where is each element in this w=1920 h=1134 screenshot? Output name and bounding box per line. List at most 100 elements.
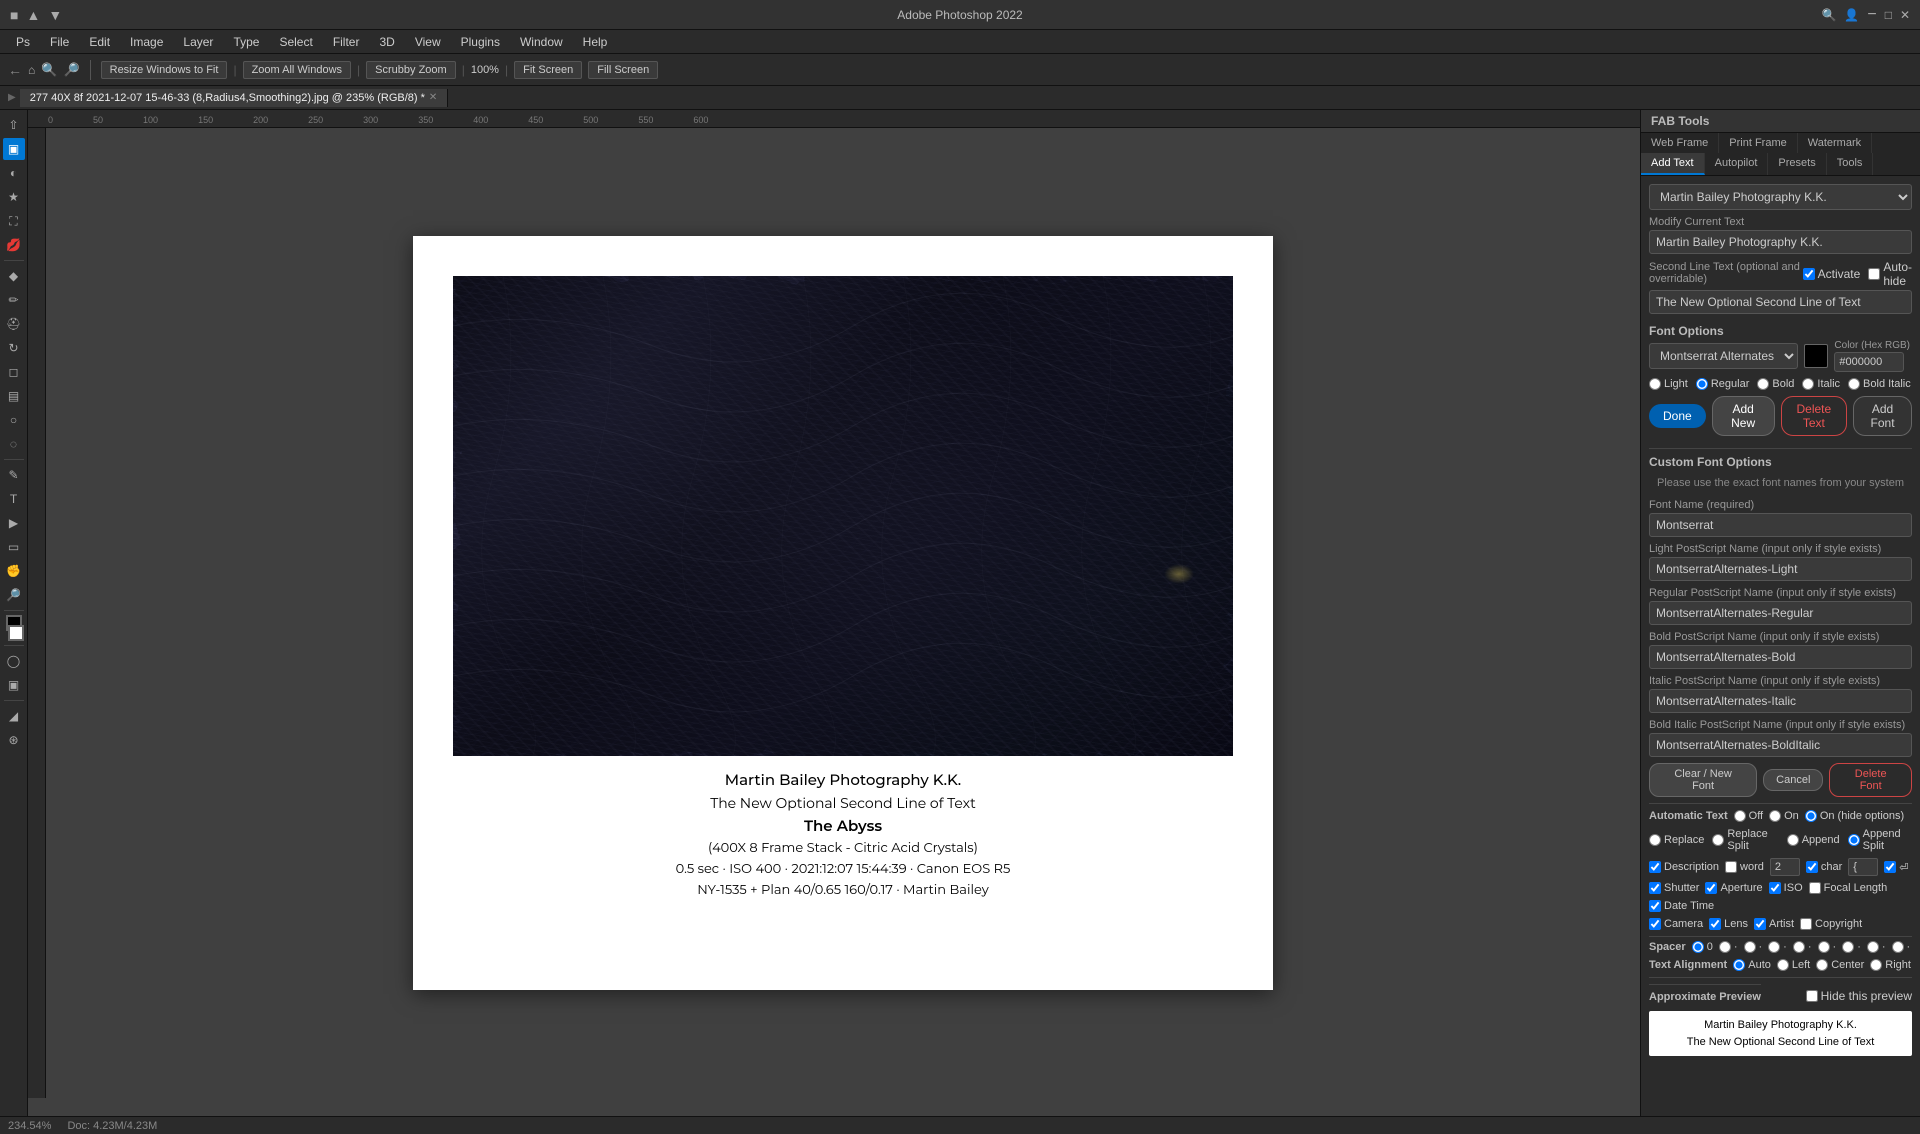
gradient-tool[interactable]: ▤	[3, 385, 25, 407]
dodge-tool[interactable]: ◌	[3, 433, 25, 455]
font-name-input[interactable]	[1649, 513, 1912, 537]
append-split-radio[interactable]	[1848, 834, 1860, 846]
newline-checkbox[interactable]	[1884, 861, 1896, 873]
word-label[interactable]: word	[1725, 861, 1764, 873]
align-right-radio[interactable]	[1870, 959, 1882, 971]
eraser-tool[interactable]: ◻	[3, 361, 25, 383]
fit-screen-btn[interactable]: Fit Screen	[514, 61, 582, 79]
auto-on-hide-label[interactable]: On (hide options)	[1805, 810, 1904, 822]
align-auto-radio[interactable]	[1733, 959, 1745, 971]
auto-hide-label[interactable]: Auto-hide	[1868, 260, 1912, 288]
light-ps-input[interactable]	[1649, 557, 1912, 581]
resize-windows-btn[interactable]: Resize Windows to Fit	[101, 61, 228, 79]
artist-checkbox[interactable]	[1754, 918, 1766, 930]
modify-current-input[interactable]	[1649, 230, 1912, 254]
tab-presets[interactable]: Presets	[1768, 153, 1826, 175]
background-color[interactable]	[8, 625, 24, 641]
brush-tool[interactable]: ✏	[3, 289, 25, 311]
char-value-input[interactable]	[1848, 858, 1878, 876]
search-toolbar-icon[interactable]: 🔍	[41, 62, 57, 78]
iso-checkbox[interactable]	[1769, 882, 1781, 894]
spacer-r4[interactable]: ·	[1793, 941, 1812, 953]
hide-preview-checkbox[interactable]	[1806, 990, 1818, 1002]
append-radio[interactable]	[1787, 834, 1799, 846]
minimize-btn[interactable]: −	[1867, 6, 1876, 24]
shutter-label[interactable]: Shutter	[1649, 882, 1699, 894]
clear-new-font-btn[interactable]: Clear / New Font	[1649, 763, 1757, 797]
description-label[interactable]: Description	[1649, 861, 1719, 873]
style-bold-italic-radio[interactable]	[1848, 378, 1860, 390]
type-tool[interactable]: T	[3, 488, 25, 510]
tab-web-frame[interactable]: Web Frame	[1641, 133, 1719, 153]
auto-on-radio[interactable]	[1769, 810, 1781, 822]
add-font-btn[interactable]: Add Font	[1853, 396, 1912, 436]
align-right-label[interactable]: Right	[1870, 959, 1911, 971]
eyedropper-tool[interactable]: 💋	[3, 234, 25, 256]
done-btn[interactable]: Done	[1649, 404, 1706, 428]
append-label[interactable]: Append	[1787, 834, 1840, 846]
menu-view[interactable]: View	[407, 33, 449, 51]
style-bold-italic[interactable]: Bold Italic	[1848, 378, 1911, 390]
auto-on-hide-radio[interactable]	[1805, 810, 1817, 822]
shape-tool[interactable]: ▭	[3, 536, 25, 558]
copyright-label[interactable]: Copyright	[1800, 918, 1862, 930]
zoom-tool-left[interactable]: 🔎	[3, 584, 25, 606]
menu-type[interactable]: Type	[225, 33, 267, 51]
pen-tool[interactable]: ✎	[3, 464, 25, 486]
menu-edit[interactable]: Edit	[81, 33, 118, 51]
aperture-label[interactable]: Aperture	[1705, 882, 1762, 894]
spacer-r2[interactable]: ·	[1744, 941, 1763, 953]
healing-tool[interactable]: ◆	[3, 265, 25, 287]
cancel-btn[interactable]: Cancel	[1763, 769, 1823, 791]
camera-checkbox[interactable]	[1649, 918, 1661, 930]
auto-on-label[interactable]: On	[1769, 810, 1799, 822]
quick-select-tool[interactable]: ★	[3, 186, 25, 208]
delete-text-btn[interactable]: Delete Text	[1781, 396, 1847, 436]
tab-watermark[interactable]: Watermark	[1798, 133, 1872, 153]
color-hex-input[interactable]	[1834, 352, 1904, 372]
style-bold[interactable]: Bold	[1757, 378, 1794, 390]
italic-ps-input[interactable]	[1649, 689, 1912, 713]
copyright-checkbox[interactable]	[1800, 918, 1812, 930]
word-checkbox[interactable]	[1725, 861, 1737, 873]
close-btn[interactable]: ✕	[1900, 8, 1910, 22]
focal-length-label[interactable]: Focal Length	[1809, 882, 1888, 894]
tab-add-text[interactable]: Add Text	[1641, 153, 1705, 175]
auto-off-radio[interactable]	[1734, 810, 1746, 822]
shutter-checkbox[interactable]	[1649, 882, 1661, 894]
word-count-input[interactable]	[1770, 858, 1800, 876]
spacer-r3[interactable]: ·	[1768, 941, 1787, 953]
replace-radio[interactable]	[1649, 834, 1661, 846]
menu-ps[interactable]: Ps	[8, 33, 38, 51]
second-line-input[interactable]	[1649, 290, 1912, 314]
tab-tools[interactable]: Tools	[1827, 153, 1874, 175]
regular-ps-input[interactable]	[1649, 601, 1912, 625]
menu-layer[interactable]: Layer	[175, 33, 221, 51]
frame-tool[interactable]: ▣	[3, 674, 25, 696]
lens-label[interactable]: Lens	[1709, 918, 1748, 930]
menu-select[interactable]: Select	[271, 33, 320, 51]
style-bold-radio[interactable]	[1757, 378, 1769, 390]
extra-tool-2[interactable]: ⊛	[3, 729, 25, 751]
lasso-tool[interactable]: ◐	[3, 162, 25, 184]
user-icon[interactable]: 👤	[1844, 8, 1859, 22]
align-center-radio[interactable]	[1816, 959, 1828, 971]
style-light[interactable]: Light	[1649, 378, 1688, 390]
menu-window[interactable]: Window	[512, 33, 571, 51]
aperture-checkbox[interactable]	[1705, 882, 1717, 894]
font-select[interactable]: Montserrat Alternates	[1649, 343, 1798, 369]
lens-checkbox[interactable]	[1709, 918, 1721, 930]
description-checkbox[interactable]	[1649, 861, 1661, 873]
auto-off-label[interactable]: Off	[1734, 810, 1763, 822]
zoom-icon[interactable]: 🔎	[63, 62, 79, 78]
camera-label[interactable]: Camera	[1649, 918, 1703, 930]
replace-label[interactable]: Replace	[1649, 834, 1704, 846]
spacer-r1[interactable]: ·	[1719, 941, 1738, 953]
date-time-label[interactable]: Date Time	[1649, 900, 1714, 912]
append-split-label[interactable]: Append Split	[1848, 828, 1912, 852]
activate-label[interactable]: Activate	[1803, 267, 1861, 281]
bold-italic-ps-input[interactable]	[1649, 733, 1912, 757]
hand-tool[interactable]: ✊	[3, 560, 25, 582]
mask-tool[interactable]: ◯	[3, 650, 25, 672]
blur-tool[interactable]: ○	[3, 409, 25, 431]
